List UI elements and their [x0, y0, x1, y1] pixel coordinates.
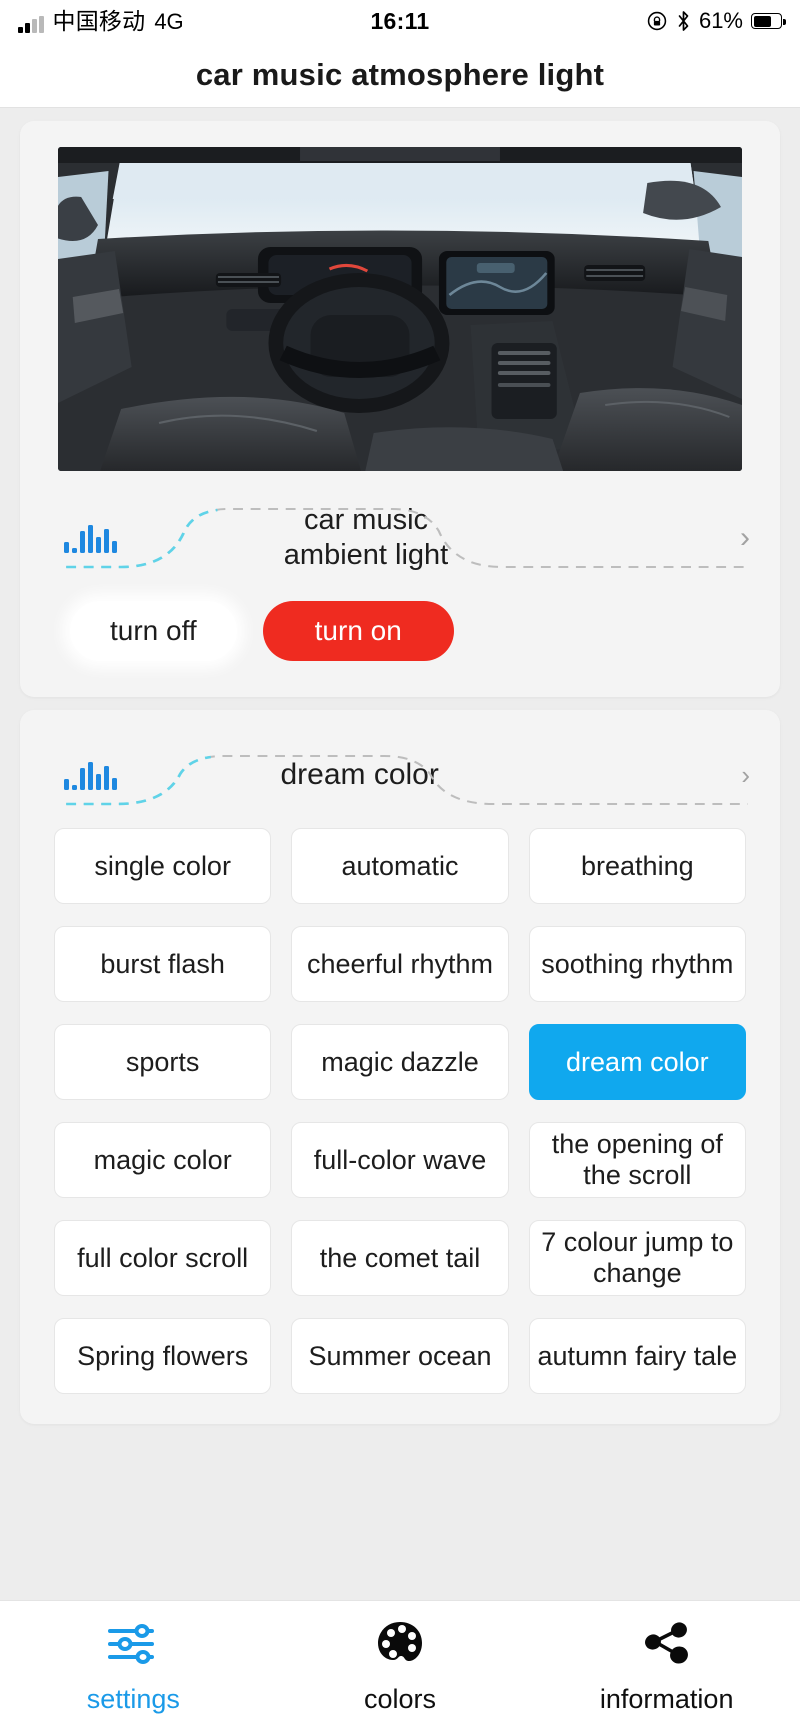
app-root: 中国移动 4G 16:11 61% car music atmosphere l…	[0, 0, 800, 1731]
equalizer-icon	[64, 760, 122, 790]
mode-button[interactable]: Spring flowers	[54, 1318, 272, 1394]
mode-button[interactable]: burst flash	[54, 926, 272, 1002]
device-image-wrap	[20, 121, 780, 471]
tab-information[interactable]: information	[533, 1618, 800, 1715]
mode-button[interactable]: breathing	[528, 828, 746, 904]
mode-button[interactable]: full-color wave	[291, 1122, 509, 1198]
device-name-label: car music ambient light	[112, 503, 740, 574]
mode-button[interactable]: single color	[54, 828, 272, 904]
battery-icon	[751, 13, 786, 29]
mode-button[interactable]: sports	[54, 1024, 272, 1100]
page-header: car music atmosphere light	[0, 42, 800, 108]
status-bar: 中国移动 4G 16:11 61%	[0, 0, 800, 42]
palette-icon	[374, 1618, 426, 1670]
mode-button[interactable]: full color scroll	[54, 1220, 272, 1296]
tab-label-settings: settings	[86, 1683, 180, 1714]
device-name-line-1: car music	[303, 503, 429, 536]
device-name-line-2: ambient light	[283, 539, 449, 571]
share-nodes-icon	[641, 1618, 693, 1670]
chevron-right-icon[interactable]: ›	[740, 521, 750, 555]
mode-button-selected[interactable]: dream color	[528, 1024, 746, 1100]
mode-button[interactable]: magic dazzle	[291, 1024, 509, 1100]
car-interior-photo	[58, 147, 742, 471]
tab-label-colors: colors	[363, 1683, 437, 1714]
mode-button[interactable]: the opening of the scroll	[528, 1122, 746, 1198]
turn-on-button[interactable]: turn on	[262, 601, 454, 661]
sliders-icon	[106, 1618, 160, 1670]
mode-grid: single color automatic breathing burst f…	[20, 806, 780, 1414]
power-button-row: turn off turn on	[20, 583, 780, 697]
mode-button[interactable]: autumn fairy tale	[528, 1318, 746, 1394]
tab-label-information: information	[599, 1683, 734, 1714]
mode-button[interactable]: Summer ocean	[291, 1318, 509, 1394]
device-card: car music ambient light › turn off turn …	[20, 121, 780, 697]
bottom-tab-bar: settings colors information	[0, 1600, 800, 1731]
mode-card: dream color › single color automatic bre…	[20, 710, 780, 1424]
mode-button[interactable]: cheerful rhythm	[291, 926, 509, 1002]
mode-button[interactable]: 7 colour jump to change	[528, 1220, 746, 1296]
page-title: car music atmosphere light	[195, 56, 605, 92]
current-mode-row[interactable]: dream color ›	[20, 710, 780, 806]
mode-button[interactable]: soothing rhythm	[528, 926, 746, 1002]
current-mode-label: dream color	[280, 757, 439, 791]
turn-off-button[interactable]: turn off	[70, 601, 237, 661]
device-name-row[interactable]: car music ambient light ›	[20, 471, 780, 583]
mode-button[interactable]: magic color	[54, 1122, 272, 1198]
mode-button[interactable]: the comet tail	[291, 1220, 509, 1296]
mode-button[interactable]: automatic	[291, 828, 509, 904]
status-bar-clock: 16:11	[370, 7, 430, 34]
chevron-right-icon[interactable]: ›	[741, 760, 750, 791]
tab-settings[interactable]: settings	[0, 1618, 267, 1715]
tab-colors[interactable]: colors	[267, 1618, 534, 1715]
